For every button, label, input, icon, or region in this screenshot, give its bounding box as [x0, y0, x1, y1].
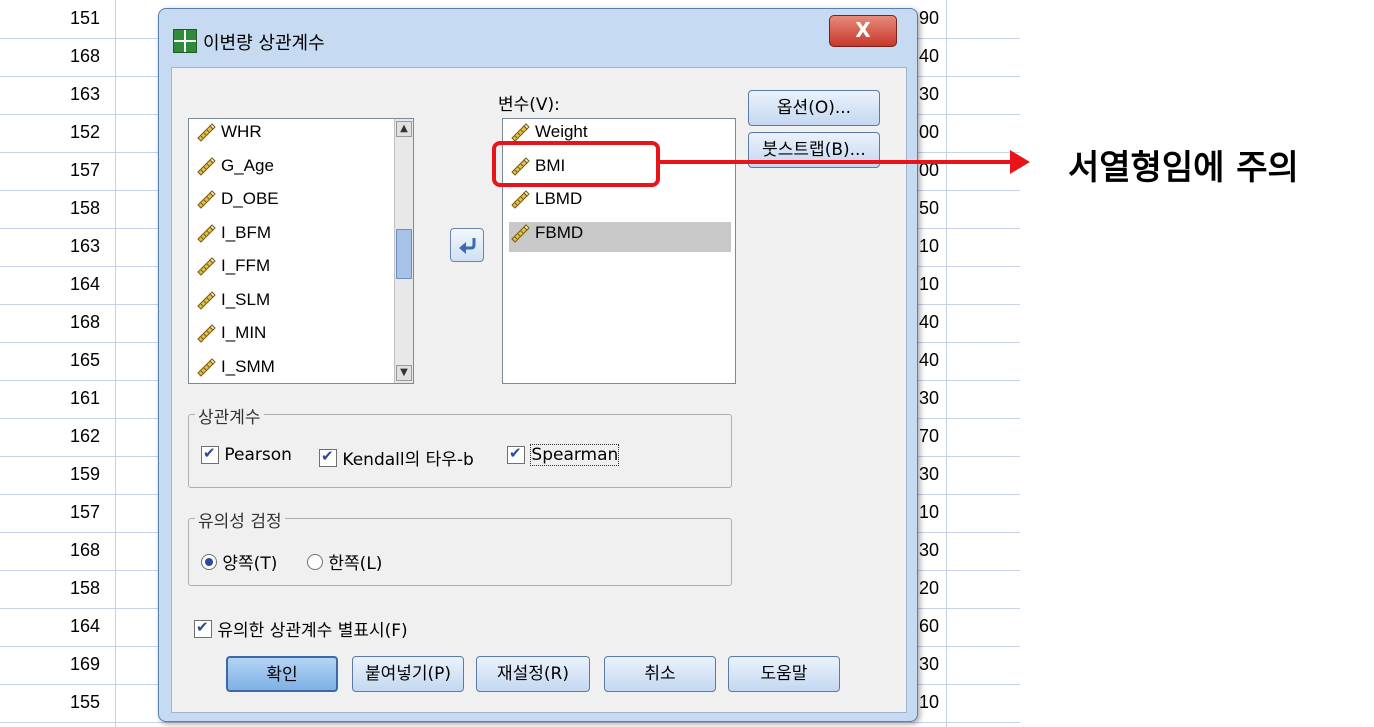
row-number: 168	[69, 46, 100, 66]
scale-variable-icon	[197, 357, 216, 377]
scale-variable-icon	[197, 123, 216, 142]
significance-group-title: 유의성 검정	[195, 507, 285, 532]
scroll-down-arrow-icon[interactable]: ▼	[396, 365, 412, 381]
bivariate-correlation-dialog: 이변량 상관계수 X WHR G_Age D_OBE I_BFM I_FFM I_SLM I…	[158, 8, 918, 722]
spearman-label: Spearman	[530, 444, 620, 466]
variable-name: LBMD	[535, 189, 583, 208]
row-number: 157	[69, 160, 100, 180]
variable-name: FBMD	[535, 222, 584, 242]
variable-name: D_OBE	[221, 189, 279, 208]
scale-variable-icon	[511, 190, 530, 209]
pearson-label: Pearson	[224, 445, 292, 465]
correlation-group-title: 상관계수	[195, 403, 264, 428]
variable-name: G_Age	[221, 155, 274, 175]
dialog-titlebar: 이변량 상관계수 X	[159, 9, 917, 67]
move-variable-button[interactable]	[450, 228, 484, 262]
options-button[interactable]: 옵션(O)...	[748, 90, 880, 126]
row-number: 168	[69, 540, 100, 560]
variable-list-item[interactable]: I_SMM	[195, 356, 385, 384]
scroll-up-arrow-icon[interactable]: ▲	[396, 121, 412, 137]
annotation-arrow-line	[660, 160, 1016, 164]
flag-significant-label: 유의한 상관계수 별표시(F)	[217, 621, 408, 641]
pearson-checkbox[interactable]	[201, 444, 219, 464]
one-tailed-option[interactable]: 한쪽(L)	[307, 549, 382, 574]
row-number: 163	[69, 84, 100, 104]
variable-list-item[interactable]: LBMD	[509, 188, 731, 218]
dialog-title: 이변량 상관계수	[203, 33, 325, 54]
move-arrow-icon	[459, 238, 476, 254]
close-button[interactable]: X	[829, 15, 897, 47]
variable-list-item[interactable]: I_FFM	[195, 255, 385, 285]
row-number: 151	[69, 8, 100, 28]
arrow-right-icon	[1010, 150, 1030, 174]
table-icon	[173, 29, 197, 53]
row-number: 161	[69, 388, 100, 408]
help-button[interactable]: 도움말	[728, 656, 840, 692]
cancel-button[interactable]: 취소	[604, 656, 716, 692]
correlation-coefficients-group: 상관계수 Pearson Kendall의 타우-b Spearman	[188, 403, 732, 488]
row-number: 165	[69, 350, 100, 370]
scale-variable-icon	[197, 257, 216, 276]
row-number: 158	[69, 198, 100, 218]
scale-variable-icon	[197, 290, 216, 310]
variable-name: WHR	[221, 122, 262, 141]
flag-significant-checkbox[interactable]	[194, 618, 212, 638]
variable-list-item[interactable]: I_SLM	[195, 289, 385, 319]
row-number: 169	[69, 654, 100, 674]
variable-name: Weight	[535, 122, 588, 141]
two-tailed-label: 양쪽(T)	[222, 554, 278, 574]
scale-variable-icon	[511, 123, 530, 142]
highlight-box	[492, 141, 660, 187]
scroll-thumb[interactable]	[396, 229, 412, 279]
source-variable-list[interactable]: WHR G_Age D_OBE I_BFM I_FFM I_SLM I_MIN I_SMM ▲…	[188, 118, 414, 384]
row-number: 152	[69, 122, 100, 142]
scale-variable-icon	[197, 324, 216, 343]
reset-button[interactable]: 재설정(R)	[476, 656, 590, 692]
variable-name: I_FFM	[221, 256, 271, 275]
variable-list-item[interactable]: G_Age	[195, 155, 385, 185]
flag-significant-option[interactable]: 유의한 상관계수 별표시(F)	[194, 616, 408, 641]
two-tailed-option[interactable]: 양쪽(T)	[201, 549, 277, 574]
row-number: 163	[69, 236, 100, 256]
variables-label: 변수(V):	[498, 95, 560, 115]
scale-variable-icon	[197, 190, 216, 209]
variable-name: I_MIN	[221, 323, 267, 342]
kendall-label: Kendall의 타우-b	[342, 450, 474, 470]
annotation-note: 서열형임에 주의	[1068, 148, 1299, 188]
variable-list-item[interactable]: I_MIN	[195, 322, 385, 352]
row-number: 158	[69, 578, 100, 598]
two-tailed-radio[interactable]	[201, 553, 217, 570]
variable-list-item[interactable]: D_OBE	[195, 188, 385, 218]
kendall-checkbox[interactable]	[319, 447, 337, 467]
scale-variable-icon	[197, 223, 216, 243]
paste-button[interactable]: 붙여넣기(P)	[352, 656, 464, 692]
row-number: 157	[69, 502, 100, 522]
scrollbar[interactable]: ▲ ▼	[394, 119, 413, 383]
variable-name: I_SLM	[221, 289, 271, 309]
ok-button[interactable]: 확인	[226, 656, 338, 692]
scale-variable-icon	[511, 223, 530, 243]
scale-variable-icon	[197, 156, 216, 176]
one-tailed-label: 한쪽(L)	[328, 554, 383, 574]
row-number: 162	[69, 426, 100, 446]
spearman-checkbox[interactable]	[507, 444, 525, 464]
variable-list-item[interactable]: FBMD	[509, 221, 731, 252]
row-number: 164	[69, 274, 100, 294]
row-number: 164	[69, 616, 100, 636]
row-number: 155	[69, 692, 100, 712]
kendall-option[interactable]: Kendall의 타우-b	[319, 445, 474, 470]
row-number: 168	[69, 312, 100, 332]
pearson-option[interactable]: Pearson	[201, 444, 292, 465]
variable-list-item[interactable]: WHR	[195, 121, 385, 151]
variable-name: I_SMM	[221, 356, 275, 376]
row-number: 159	[69, 464, 100, 484]
one-tailed-radio[interactable]	[307, 553, 323, 570]
variable-list-item[interactable]: I_BFM	[195, 222, 385, 252]
test-of-significance-group: 유의성 검정 양쪽(T) 한쪽(L)	[188, 507, 732, 586]
spearman-option[interactable]: Spearman	[507, 444, 620, 466]
variable-name: I_BFM	[221, 222, 272, 242]
